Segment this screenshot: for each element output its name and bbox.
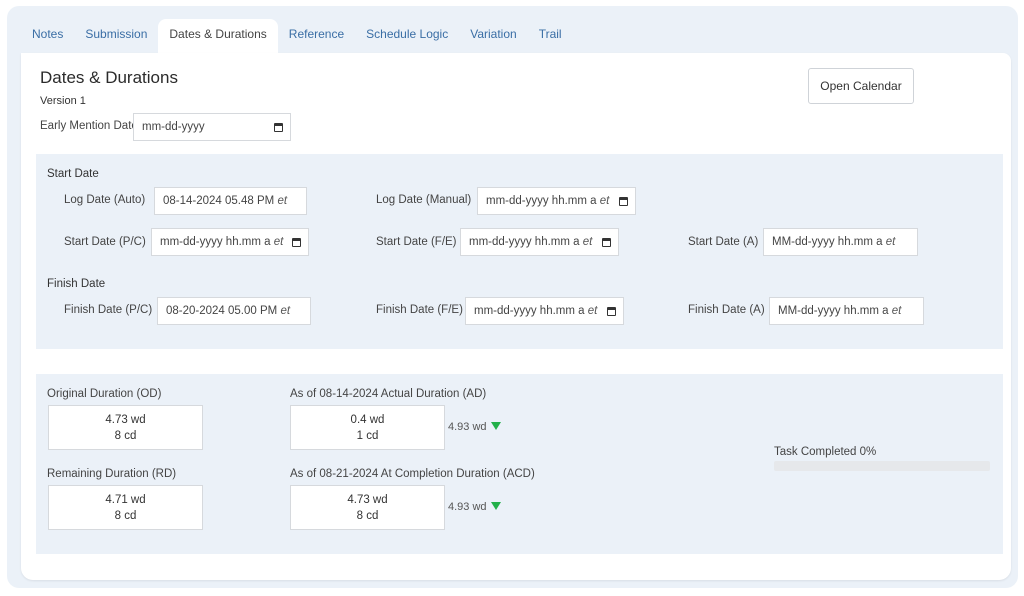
tab-notes[interactable]: Notes bbox=[21, 19, 74, 53]
finish-date-a-placeholder: MM-dd-yyyy hh.mm a bbox=[778, 305, 889, 317]
dialog-container: Notes Submission Dates & Durations Refer… bbox=[7, 6, 1018, 588]
finish-date-fe-placeholder: mm-dd-yyyy hh.mm a bbox=[474, 305, 585, 317]
remaining-duration-label: Remaining Duration (RD) bbox=[47, 468, 177, 480]
calendar-icon[interactable] bbox=[602, 238, 611, 247]
completion-duration-label: As of 08-21-2024 At Completion Duration … bbox=[290, 468, 535, 480]
actual-duration-delta: 4.93 wd bbox=[448, 421, 501, 433]
original-duration-box: 4.73 wd 8 cd bbox=[48, 405, 203, 450]
timezone-label: et bbox=[587, 305, 598, 317]
log-date-auto-label: Log Date (Auto) bbox=[64, 194, 146, 206]
log-date-manual-placeholder: mm-dd-yyyy hh.mm a bbox=[486, 195, 597, 207]
start-date-a-label: Start Date (A) bbox=[688, 236, 759, 248]
finish-date-pc-field[interactable]: 08-20-2024 05.00 PM et bbox=[157, 297, 311, 325]
calendar-icon[interactable] bbox=[607, 307, 616, 316]
calendar-icon[interactable] bbox=[274, 123, 283, 132]
task-progress-bar bbox=[774, 461, 990, 471]
timezone-label: et bbox=[885, 236, 896, 248]
timezone-label: et bbox=[277, 195, 288, 207]
log-date-manual-label: Log Date (Manual) bbox=[376, 194, 472, 206]
start-date-fe-input[interactable]: mm-dd-yyyy hh.mm a et bbox=[460, 228, 619, 256]
timezone-label: et bbox=[280, 305, 291, 317]
tab-reference[interactable]: Reference bbox=[278, 19, 355, 53]
calendar-icon[interactable] bbox=[619, 197, 628, 206]
completion-duration-delta-value: 4.93 wd bbox=[448, 501, 487, 513]
tab-trail[interactable]: Trail bbox=[528, 19, 573, 53]
content-card: Dates & Durations Version 1 Early Mentio… bbox=[21, 53, 1011, 580]
tab-variation[interactable]: Variation bbox=[459, 19, 527, 53]
actual-duration-delta-value: 4.93 wd bbox=[448, 421, 487, 433]
actual-duration-cd: 1 cd bbox=[356, 430, 379, 442]
log-date-auto-value: 08-14-2024 05.48 PM bbox=[163, 195, 275, 207]
version-label: Version 1 bbox=[40, 95, 86, 107]
dates-panel: Start Date Log Date (Auto) 08-14-2024 05… bbox=[36, 154, 1003, 349]
start-date-fe-placeholder: mm-dd-yyyy hh.mm a bbox=[469, 236, 580, 248]
start-date-a-input[interactable]: MM-dd-yyyy hh.mm a et bbox=[763, 228, 918, 256]
actual-duration-label: As of 08-14-2024 Actual Duration (AD) bbox=[290, 388, 487, 400]
start-date-pc-label: Start Date (P/C) bbox=[64, 236, 146, 248]
log-date-auto-field: 08-14-2024 05.48 PM et bbox=[154, 187, 307, 215]
finish-date-pc-value: 08-20-2024 05.00 PM bbox=[166, 305, 278, 317]
log-date-manual-input[interactable]: mm-dd-yyyy hh.mm a et bbox=[477, 187, 636, 215]
start-date-pc-placeholder: mm-dd-yyyy hh.mm a bbox=[160, 236, 271, 248]
completion-duration-box: 4.73 wd 8 cd bbox=[290, 485, 445, 530]
original-duration-cd: 8 cd bbox=[114, 430, 137, 442]
timezone-label: et bbox=[273, 236, 284, 248]
completion-duration-delta: 4.93 wd bbox=[448, 501, 501, 513]
original-duration-label: Original Duration (OD) bbox=[47, 388, 162, 400]
actual-duration-wd: 0.4 wd bbox=[350, 414, 385, 426]
timezone-label: et bbox=[582, 236, 593, 248]
early-mention-placeholder: mm-dd-yyyy bbox=[142, 121, 205, 133]
tab-schedule-logic[interactable]: Schedule Logic bbox=[355, 19, 459, 53]
remaining-duration-wd: 4.71 wd bbox=[105, 494, 146, 506]
open-calendar-button[interactable]: Open Calendar bbox=[808, 68, 914, 104]
finish-date-fe-label: Finish Date (F/E) bbox=[376, 304, 463, 316]
page-title: Dates & Durations bbox=[40, 68, 178, 87]
durations-panel: Original Duration (OD) 4.73 wd 8 cd As o… bbox=[36, 374, 1003, 554]
finish-date-fe-input[interactable]: mm-dd-yyyy hh.mm a et bbox=[465, 297, 624, 325]
early-mention-date-input[interactable]: mm-dd-yyyy bbox=[133, 113, 291, 141]
finish-date-section-label: Finish Date bbox=[47, 278, 106, 290]
trend-down-icon bbox=[490, 502, 501, 510]
finish-date-a-input[interactable]: MM-dd-yyyy hh.mm a et bbox=[769, 297, 924, 325]
start-date-a-placeholder: MM-dd-yyyy hh.mm a bbox=[772, 236, 883, 248]
timezone-label: et bbox=[891, 305, 902, 317]
start-date-section-label: Start Date bbox=[47, 168, 99, 180]
remaining-duration-cd: 8 cd bbox=[114, 510, 137, 522]
tab-bar: Notes Submission Dates & Durations Refer… bbox=[21, 19, 573, 53]
trend-down-icon bbox=[490, 422, 501, 430]
start-date-fe-label: Start Date (F/E) bbox=[376, 236, 457, 248]
calendar-icon[interactable] bbox=[292, 238, 301, 247]
task-completed-label: Task Completed 0% bbox=[774, 446, 877, 458]
remaining-duration-box: 4.71 wd 8 cd bbox=[48, 485, 203, 530]
actual-duration-box: 0.4 wd 1 cd bbox=[290, 405, 445, 450]
original-duration-wd: 4.73 wd bbox=[105, 414, 146, 426]
early-mention-label: Early Mention Date: bbox=[40, 120, 141, 132]
tab-submission[interactable]: Submission bbox=[74, 19, 158, 53]
timezone-label: et bbox=[599, 195, 610, 207]
start-date-pc-input[interactable]: mm-dd-yyyy hh.mm a et bbox=[151, 228, 309, 256]
finish-date-pc-label: Finish Date (P/C) bbox=[64, 304, 153, 316]
tab-dates-durations[interactable]: Dates & Durations bbox=[158, 19, 278, 53]
completion-duration-wd: 4.73 wd bbox=[347, 494, 388, 506]
completion-duration-cd: 8 cd bbox=[356, 510, 379, 522]
finish-date-a-label: Finish Date (A) bbox=[688, 304, 765, 316]
